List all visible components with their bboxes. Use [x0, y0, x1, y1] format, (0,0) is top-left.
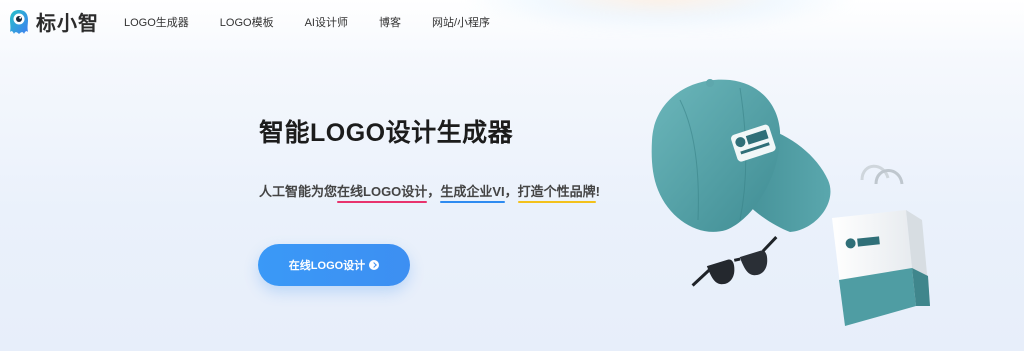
nav-item-logo-templates[interactable]: LOGO模板: [220, 14, 274, 30]
brand-name: 标小智: [36, 13, 99, 35]
nav-item-ai-designer[interactable]: AI设计师: [305, 14, 348, 30]
sunglasses: [691, 236, 778, 287]
nav-item-website-miniprogram[interactable]: 网站/小程序: [432, 14, 490, 30]
hero-title: 智能LOGO设计生成器: [259, 119, 514, 147]
subtitle-end: !: [595, 184, 600, 199]
online-logo-design-button[interactable]: 在线LOGO设计: [258, 244, 410, 286]
cta-label: 在线LOGO设计: [288, 260, 366, 272]
nav-menu: LOGO生成器 LOGO模板 AI设计师 博客 网站/小程序: [124, 14, 521, 30]
nav-item-blog[interactable]: 博客: [379, 14, 401, 30]
product-mockup-image: [651, 79, 930, 326]
cap-button: [706, 79, 714, 87]
nav-item-logo-generator[interactable]: LOGO生成器: [124, 14, 189, 30]
highlight-online-logo: 在线LOGO设计: [337, 181, 428, 203]
hero-subtitle: 人工智能为您在线LOGO设计，生成企业VI，打造个性品牌!: [259, 181, 600, 203]
top-nav: 标小智 LOGO生成器 LOGO模板 AI设计师 博客 网站/小程序: [0, 0, 1024, 44]
arrow-circle-right-icon: [369, 260, 380, 270]
subtitle-separator: ，: [427, 184, 441, 199]
shopping-bag: [832, 164, 930, 326]
highlight-vi: 生成企业VI: [440, 181, 505, 203]
subtitle-separator: ，: [504, 184, 518, 199]
brand[interactable]: 标小智: [8, 7, 99, 36]
highlight-brand: 打造个性品牌: [517, 181, 596, 203]
subtitle-text: 人工智能为您: [259, 184, 338, 199]
octopus-logo-icon: [8, 8, 30, 36]
